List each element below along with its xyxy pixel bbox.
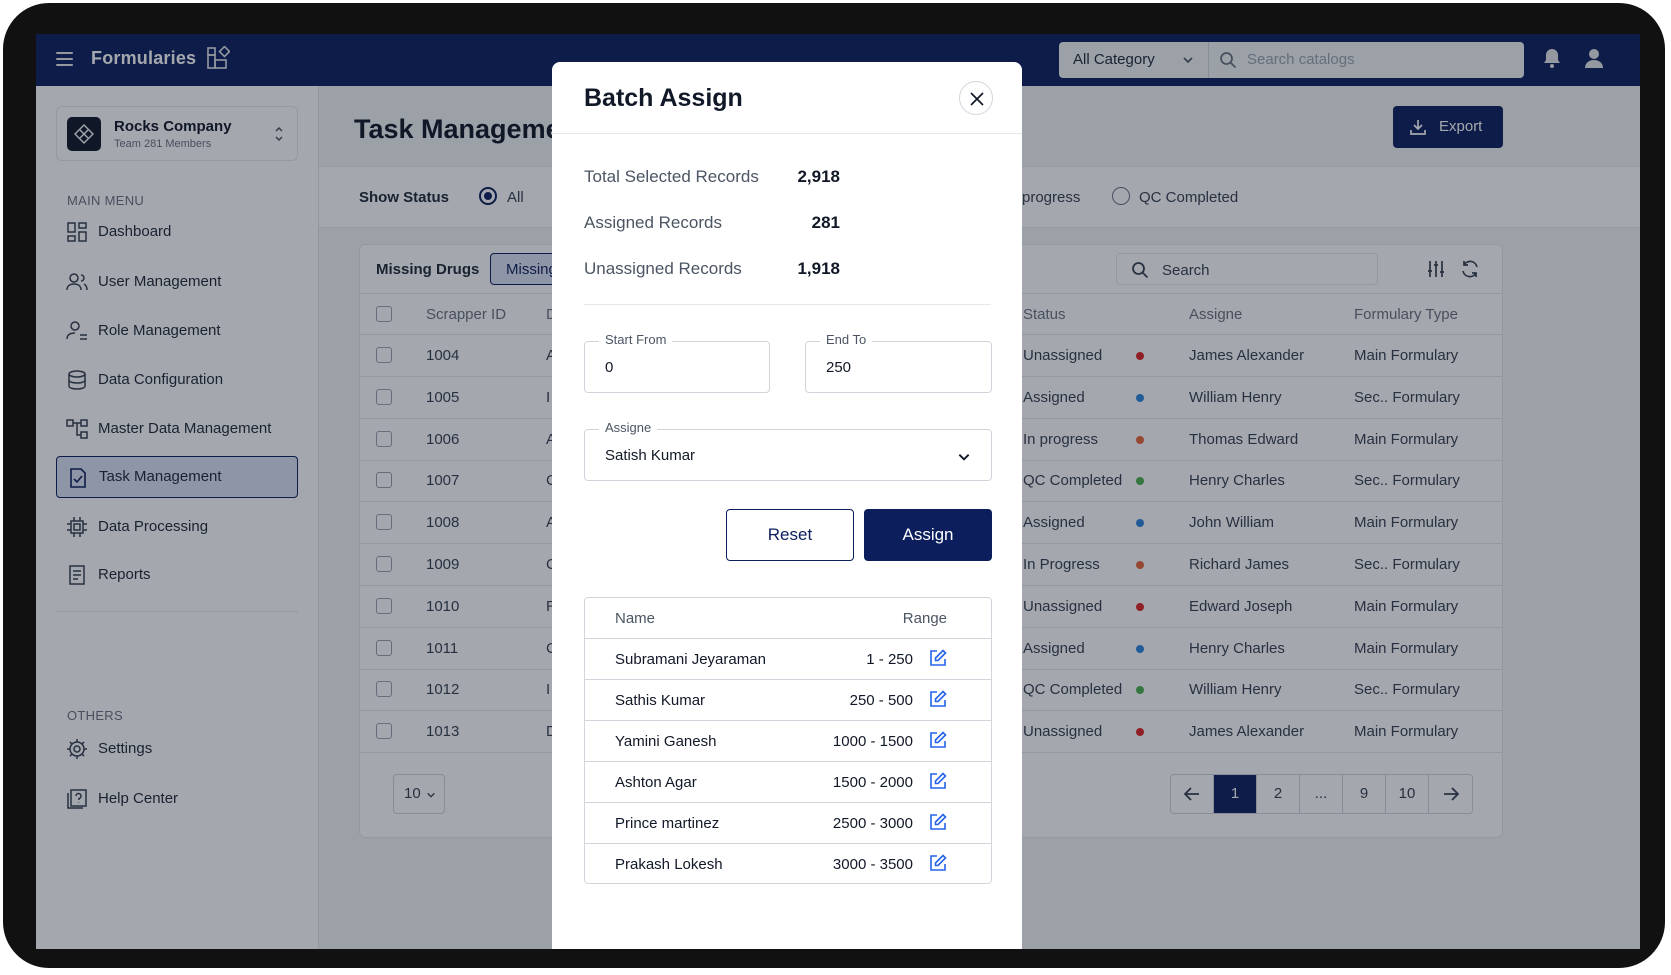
edit-icon[interactable] — [929, 690, 947, 708]
assignment-row: Ashton Agar 1500 - 2000 — [585, 762, 991, 803]
assignment-name: Yamini Ganesh — [615, 733, 717, 750]
assignment-name: Prince martinez — [615, 815, 720, 832]
edit-icon[interactable] — [929, 731, 947, 749]
start-from-field[interactable]: Start From 0 — [584, 332, 770, 393]
stat-value: 1,918 — [797, 259, 840, 278]
assignment-table-header: Name Range — [585, 598, 991, 639]
assign-button[interactable]: Assign — [864, 509, 992, 561]
modal-header: Batch Assign — [552, 62, 1022, 134]
assignment-name: Subramani Jeyaraman — [615, 651, 766, 668]
close-button[interactable] — [959, 81, 993, 115]
assignment-name: Prakash Lokesh — [615, 856, 723, 873]
field-value: 0 — [605, 359, 614, 376]
app-screen: Formularies All Category Search catalogs — [36, 34, 1640, 949]
stat-label: Total Selected Records — [584, 167, 759, 186]
field-value: Satish Kumar — [605, 447, 696, 464]
assignment-row: Sathis Kumar 250 - 500 — [585, 680, 991, 721]
chevron-down-icon — [958, 454, 970, 461]
assignment-row: Subramani Jeyaraman 1 - 250 — [585, 639, 991, 680]
edit-icon[interactable] — [929, 854, 947, 872]
assignment-row: Prince martinez 2500 - 3000 — [585, 803, 991, 844]
modal-divider — [584, 304, 991, 305]
assignment-row: Yamini Ganesh 1000 - 1500 — [585, 721, 991, 762]
field-label: Assigne — [599, 420, 658, 435]
assignment-range: 2500 - 3000 — [832, 815, 913, 832]
assignment-range: 1500 - 2000 — [832, 774, 913, 791]
stat-value: 2,918 — [797, 167, 840, 186]
edit-icon[interactable] — [929, 813, 947, 831]
batch-assign-modal: Batch Assign Total Selected Records 2,91… — [552, 62, 1022, 949]
assignment-range: 250 - 500 — [849, 692, 913, 709]
field-label: End To — [820, 332, 873, 347]
stat-label: Assigned Records — [584, 213, 722, 232]
assignment-range: 1 - 250 — [866, 651, 913, 668]
reset-button[interactable]: Reset — [726, 509, 854, 561]
edit-icon[interactable] — [929, 772, 947, 790]
stat-label: Unassigned Records — [584, 259, 742, 278]
assignment-range: 1000 - 1500 — [832, 733, 913, 750]
stat-value: 281 — [811, 213, 840, 232]
column-header: Range — [902, 610, 947, 627]
modal-title: Batch Assign — [584, 84, 743, 112]
assignment-row: Prakash Lokesh 3000 - 3500 — [585, 844, 991, 883]
end-to-field[interactable]: End To 250 — [805, 332, 992, 393]
device-frame: Formularies All Category Search catalogs — [3, 3, 1665, 968]
assignment-name: Sathis Kumar — [615, 692, 706, 709]
field-value: 250 — [826, 359, 852, 376]
assignment-table: Name Range Subramani Jeyaraman 1 - 250 Sat… — [584, 597, 992, 884]
close-icon — [970, 92, 984, 106]
field-label: Start From — [599, 332, 673, 347]
column-header: Name — [615, 610, 656, 627]
assignee-select[interactable]: Assigne Satish Kumar — [584, 420, 992, 481]
assignment-name: Ashton Agar — [615, 774, 697, 791]
assignment-range: 3000 - 3500 — [832, 856, 913, 873]
edit-icon[interactable] — [929, 649, 947, 667]
